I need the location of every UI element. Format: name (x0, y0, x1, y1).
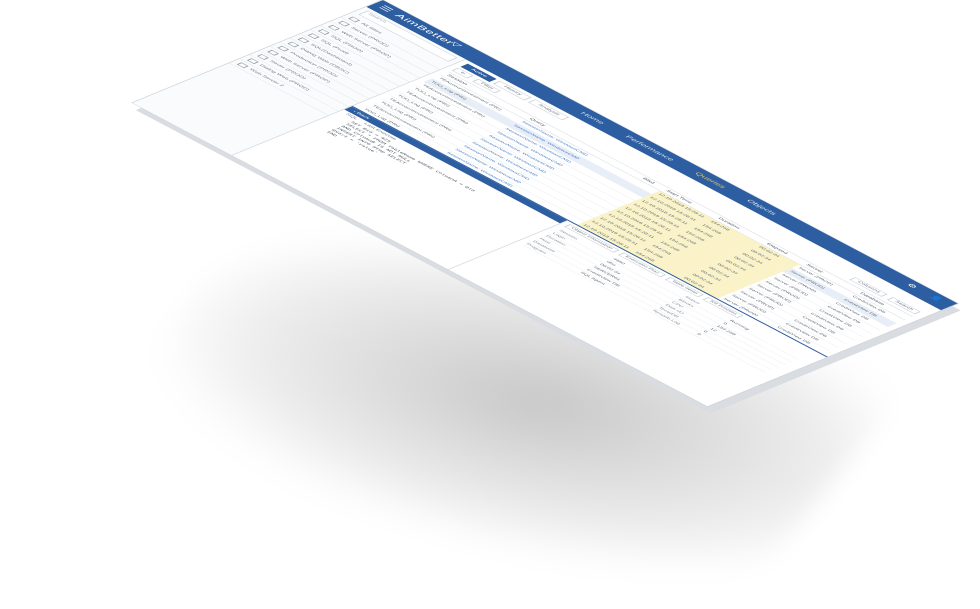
logo-mark-icon: ▽ (447, 40, 465, 49)
server-icon (236, 62, 249, 69)
user-icon[interactable]: 👤 (927, 294, 945, 303)
menu-icon[interactable]: ☰ (376, 4, 397, 14)
settings-icon[interactable]: ⚙ (904, 283, 919, 290)
